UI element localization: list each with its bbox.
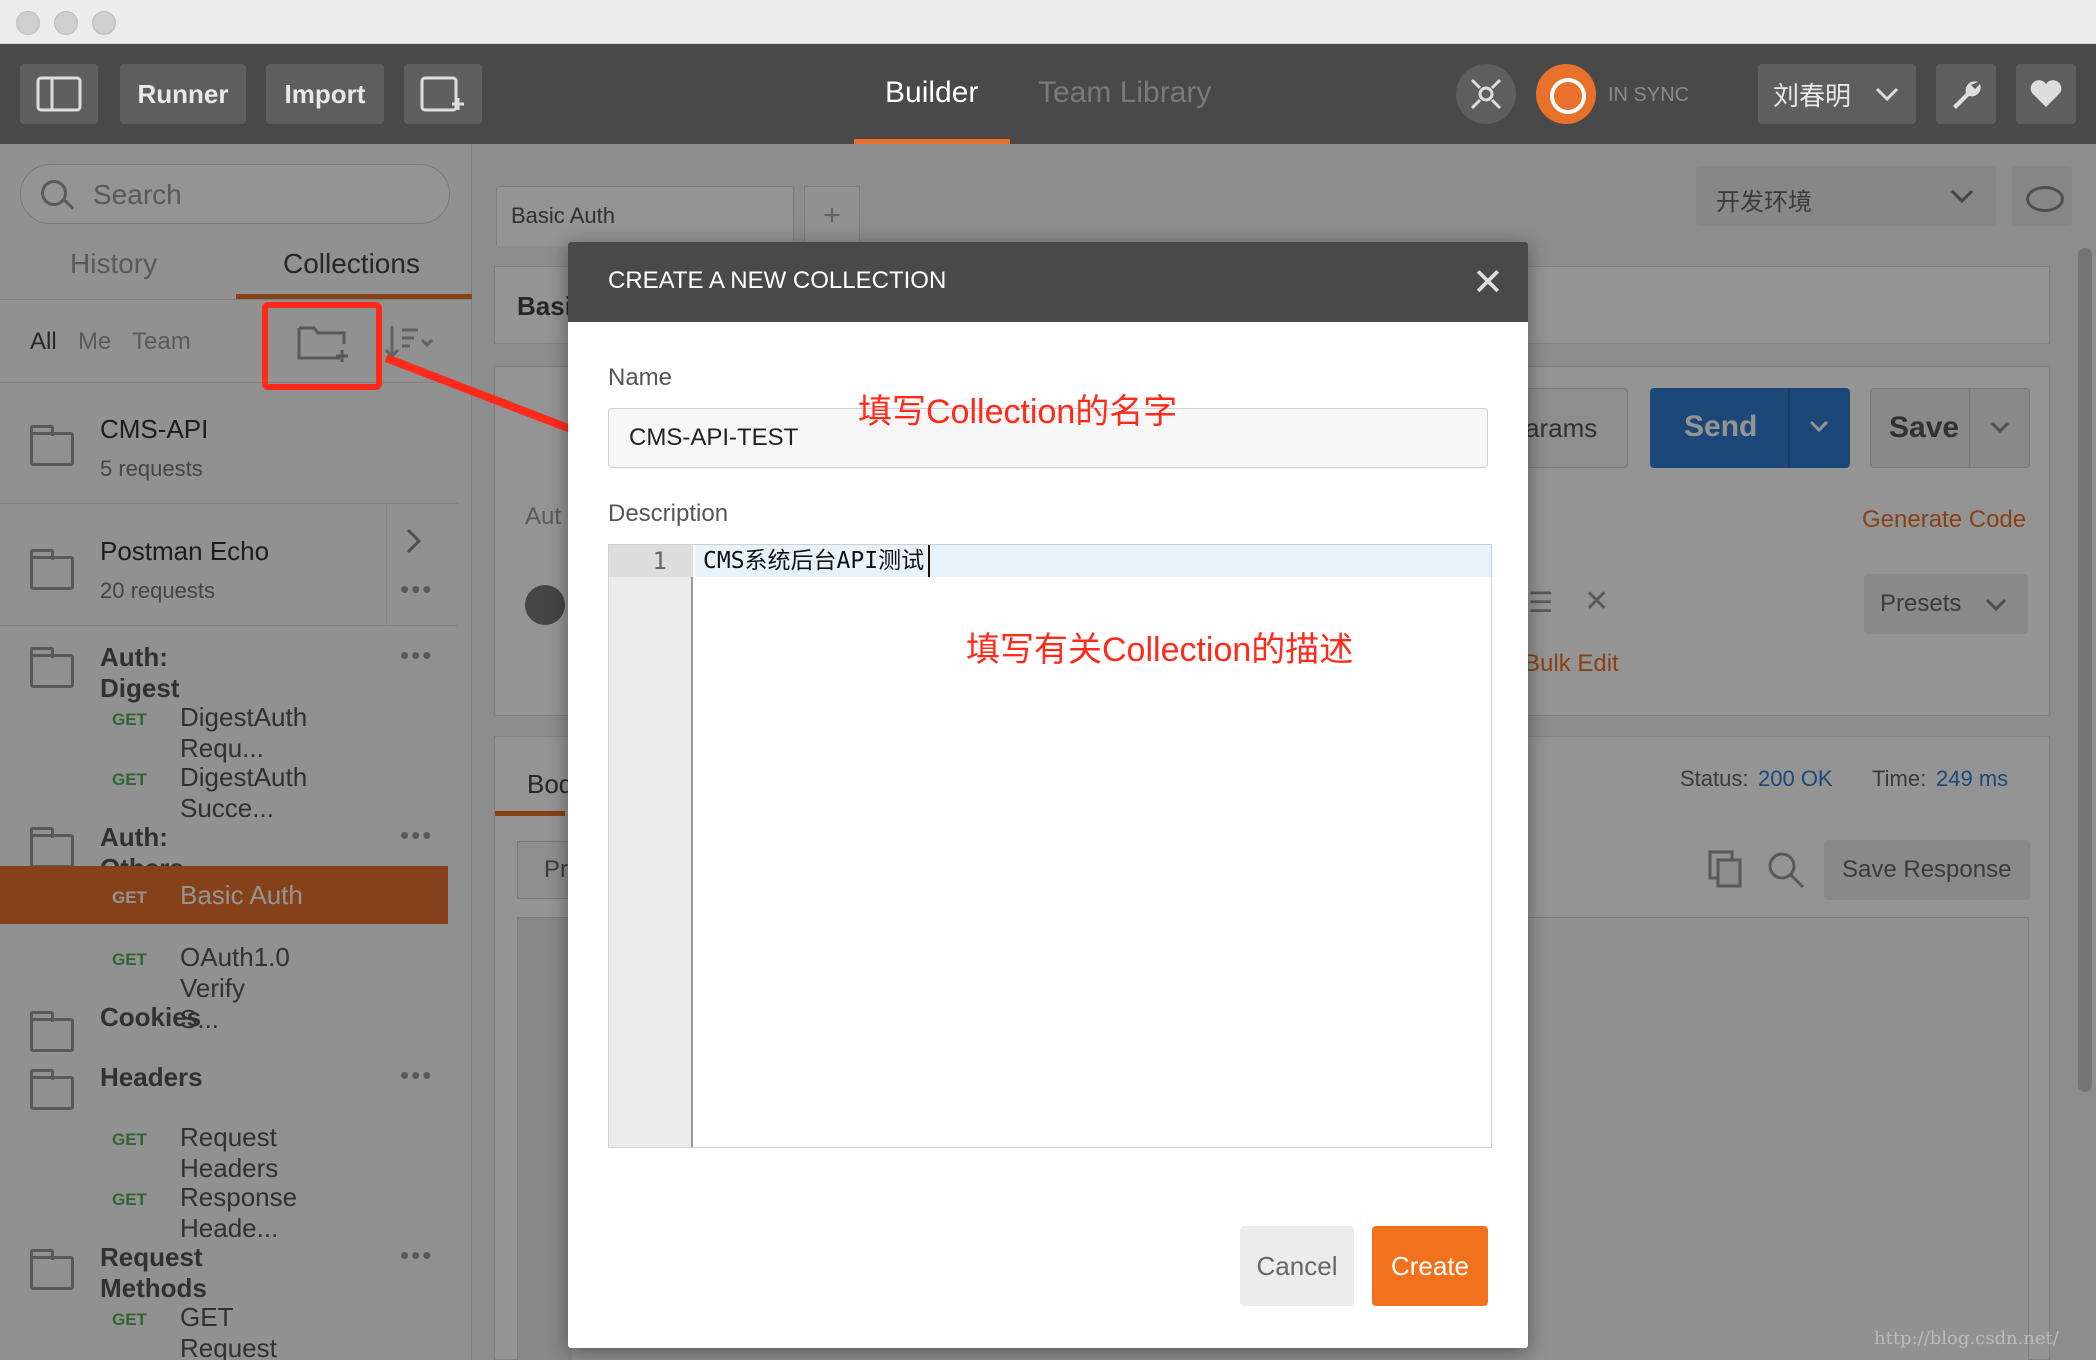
dialog-title: CREATE A NEW COLLECTION bbox=[608, 267, 947, 294]
user-name: 刘春明 bbox=[1772, 80, 1851, 111]
name-label: Name bbox=[608, 364, 673, 391]
interceptor-button[interactable] bbox=[1456, 64, 1516, 124]
minimize-window-button[interactable] bbox=[54, 11, 78, 35]
description-label: Description bbox=[608, 500, 729, 527]
close-window-button[interactable] bbox=[16, 11, 40, 35]
toggle-sidebar-button[interactable] bbox=[20, 64, 98, 124]
description-annotation: 填写有关Collection的描述 bbox=[966, 631, 1354, 669]
create-button[interactable]: Create bbox=[1372, 1226, 1488, 1306]
runner-button[interactable]: Runner bbox=[120, 64, 246, 124]
watermark: http://blog.csdn.net/ bbox=[1874, 1328, 2059, 1349]
favorite-button[interactable] bbox=[2016, 64, 2076, 124]
zoom-window-button[interactable] bbox=[92, 11, 116, 35]
satellite-icon bbox=[1470, 78, 1502, 110]
line-gutter bbox=[609, 545, 693, 1147]
app-toolbar: Runner Import Builder Team Library 刘春明 bbox=[0, 44, 2096, 145]
annotation-highlight-box bbox=[262, 302, 382, 390]
sync-status: IN SYNC bbox=[1608, 84, 1690, 106]
cancel-button[interactable]: Cancel bbox=[1240, 1226, 1354, 1306]
window-title-bar bbox=[0, 0, 2096, 44]
line-number: 1 bbox=[609, 545, 693, 577]
dialog-header: CREATE A NEW COLLECTION ✕ bbox=[568, 242, 1528, 322]
tab-builder[interactable]: Builder bbox=[885, 76, 978, 110]
sidebar-icon bbox=[36, 76, 82, 112]
name-annotation: 填写Collection的名字 bbox=[858, 393, 1178, 431]
user-menu-button[interactable]: 刘春明 bbox=[1758, 64, 1916, 124]
wrench-icon bbox=[1953, 81, 1981, 109]
heart-icon bbox=[2030, 80, 2062, 107]
new-window-button[interactable] bbox=[404, 64, 482, 124]
close-icon[interactable]: ✕ bbox=[1472, 260, 1504, 305]
new-window-icon bbox=[420, 76, 464, 112]
tab-team-library[interactable]: Team Library bbox=[1038, 76, 1211, 110]
import-button[interactable]: Import bbox=[266, 64, 384, 124]
chevron-down-icon bbox=[1875, 87, 1899, 102]
settings-button[interactable] bbox=[1936, 64, 1996, 124]
sync-icon[interactable] bbox=[1536, 64, 1596, 124]
description-text: CMS系统后台API测试 bbox=[703, 545, 931, 577]
